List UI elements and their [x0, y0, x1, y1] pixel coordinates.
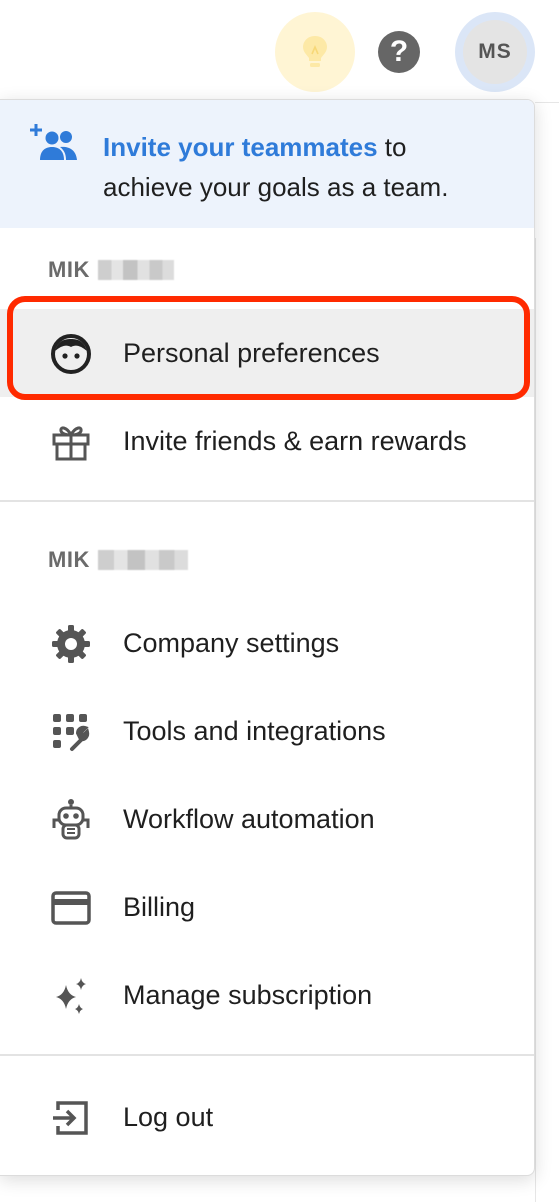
invite-message: Invite your teammates to achieve your go… [103, 127, 503, 207]
menu-item-manage-subscription[interactable]: Manage subscription [0, 951, 534, 1039]
face-icon [48, 331, 94, 377]
menu-item-log-out[interactable]: Log out [0, 1073, 534, 1161]
add-people-icon [30, 122, 82, 169]
help-button[interactable]: ? [378, 31, 420, 73]
invite-banner[interactable]: Invite your teammates to achieve your go… [0, 100, 534, 228]
credit-card-icon [48, 885, 94, 931]
menu-item-label: Personal preferences [123, 337, 380, 368]
menu-item-label: Tools and integrations [123, 715, 386, 746]
menu-divider [0, 500, 534, 502]
menu-divider [0, 1054, 534, 1056]
robot-icon [48, 797, 94, 843]
question-mark-icon: ? [389, 35, 409, 68]
menu-item-label: Workflow automation [123, 803, 375, 834]
lightbulb-icon [303, 36, 327, 67]
menu-item-label: Billing [123, 891, 196, 922]
personal-section-name: MIK [48, 257, 90, 282]
invite-teammates-link[interactable]: Invite your teammates [103, 132, 378, 162]
redacted-name [97, 260, 174, 280]
menu-item-billing[interactable]: Billing [0, 863, 534, 951]
background-divider [535, 102, 559, 103]
menu-item-invite-friends[interactable]: Invite friends & earn rewards [0, 397, 534, 485]
avatar: MS [463, 20, 527, 84]
menu-item-label: Log out [123, 1101, 214, 1132]
tools-integrations-icon [48, 709, 94, 755]
redacted-name [97, 550, 188, 570]
gear-icon [48, 621, 94, 667]
gift-icon [48, 419, 94, 465]
menu-item-label: Company settings [123, 627, 340, 658]
tips-button[interactable] [275, 12, 355, 92]
menu-item-label: Manage subscription [123, 979, 373, 1010]
menu-item-personal-preferences[interactable]: Personal preferences [0, 309, 534, 397]
avatar-button[interactable]: MS [455, 12, 535, 92]
menu-item-tools-integrations[interactable]: Tools and integrations [0, 687, 534, 775]
top-bar: ? MS [0, 0, 559, 102]
account-menu: Invite your teammates to achieve your go… [0, 99, 535, 1176]
background-panel [535, 238, 559, 1202]
menu-item-workflow-automation[interactable]: Workflow automation [0, 775, 534, 863]
personal-section-label: MIK [48, 257, 174, 283]
company-section-label: MIK [48, 547, 188, 573]
menu-item-company-settings[interactable]: Company settings [0, 599, 534, 687]
sparkles-icon [48, 973, 94, 1019]
menu-item-label: Invite friends & earn rewards [123, 425, 467, 456]
company-section-name: MIK [48, 547, 90, 572]
logout-icon [48, 1095, 94, 1141]
